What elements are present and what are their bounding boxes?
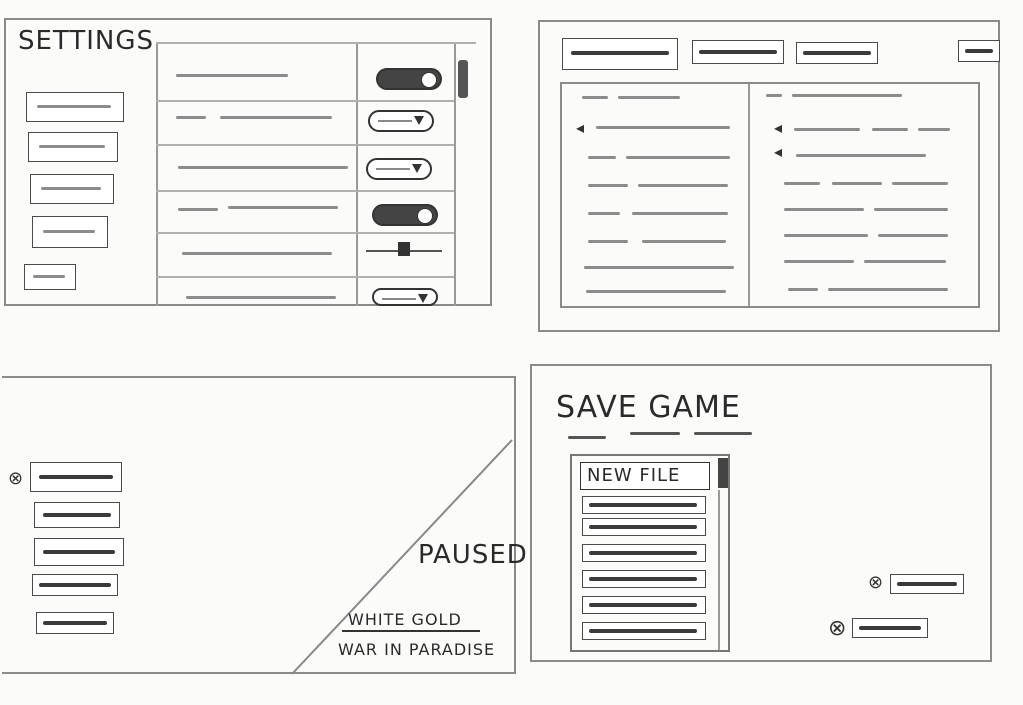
pause-menu-item-1[interactable] bbox=[30, 462, 122, 492]
bullet-icon: ◂ bbox=[576, 118, 585, 137]
bullet-icon: ◂ bbox=[774, 118, 783, 137]
new-file-label: NEW FILE bbox=[587, 465, 681, 486]
toggle-switch[interactable] bbox=[372, 204, 438, 226]
save-slot[interactable] bbox=[582, 496, 706, 514]
save-slot[interactable] bbox=[582, 518, 706, 536]
save-scrollbar-thumb[interactable] bbox=[718, 458, 728, 488]
details-panel: ◂ ◂ ◂ bbox=[538, 20, 1000, 332]
new-file-slot[interactable]: NEW FILE bbox=[580, 462, 710, 490]
sidebar-item-5[interactable] bbox=[24, 264, 76, 290]
settings-title: SETTINGS bbox=[18, 26, 155, 56]
sidebar-item-2[interactable] bbox=[28, 132, 118, 162]
pause-subtitle-line-1: WHITE GOLD bbox=[348, 610, 462, 629]
top-tab-3[interactable] bbox=[796, 42, 878, 64]
x-circle-icon: ⊗ bbox=[868, 572, 884, 593]
sidebar-item-1[interactable] bbox=[26, 92, 124, 122]
save-panel: SAVE GAME NEW FILE ⊗ ⊗ bbox=[530, 364, 992, 662]
save-slot[interactable] bbox=[582, 544, 706, 562]
x-circle-icon: ⊗ bbox=[828, 616, 847, 641]
top-tab-2[interactable] bbox=[692, 40, 784, 64]
pause-subtitle-line-2: WAR IN PARADISE bbox=[338, 640, 496, 659]
pause-menu-item-3[interactable] bbox=[34, 538, 124, 566]
details-column-divider bbox=[748, 84, 750, 306]
pause-subtitle-underline bbox=[342, 630, 480, 632]
bullet-icon: ◂ bbox=[774, 142, 783, 161]
dropdown-select[interactable] bbox=[366, 158, 432, 180]
save-game-title: SAVE GAME bbox=[556, 390, 741, 425]
sidebar-item-4[interactable] bbox=[32, 216, 108, 248]
settings-scrollbar-thumb[interactable] bbox=[458, 60, 468, 98]
dropdown-select[interactable] bbox=[368, 110, 434, 132]
settings-scrollbar-track bbox=[454, 44, 456, 306]
save-slot[interactable] bbox=[582, 622, 706, 640]
pause-menu-item-2[interactable] bbox=[34, 502, 120, 528]
details-content-box: ◂ ◂ ◂ bbox=[560, 82, 980, 308]
save-slot[interactable] bbox=[582, 570, 706, 588]
slider-handle[interactable] bbox=[398, 242, 410, 256]
top-tab-right[interactable] bbox=[958, 40, 1000, 62]
save-slot[interactable] bbox=[582, 596, 706, 614]
toggle-switch[interactable] bbox=[376, 68, 442, 90]
pause-menu-item-5[interactable] bbox=[36, 612, 114, 634]
settings-content-divider-right bbox=[356, 44, 358, 306]
save-slot-list: NEW FILE bbox=[570, 454, 730, 652]
sidebar-item-3[interactable] bbox=[30, 174, 114, 204]
save-scrollbar-track bbox=[718, 490, 720, 650]
dropdown-select[interactable] bbox=[372, 288, 438, 306]
settings-panel: SETTINGS bbox=[4, 18, 492, 306]
pause-menu-item-4[interactable] bbox=[32, 574, 118, 596]
x-circle-icon: ⊗ bbox=[8, 468, 24, 489]
save-action-button-1[interactable] bbox=[890, 574, 964, 594]
top-tab-1[interactable] bbox=[562, 38, 678, 70]
save-action-button-2[interactable] bbox=[852, 618, 928, 638]
settings-content-divider-left bbox=[156, 44, 158, 306]
paused-title: PAUSED bbox=[418, 540, 528, 570]
pause-panel: ⊗ PAUSED WHITE GOLD WAR IN PARADISE bbox=[2, 376, 527, 675]
settings-top-border bbox=[156, 42, 476, 44]
